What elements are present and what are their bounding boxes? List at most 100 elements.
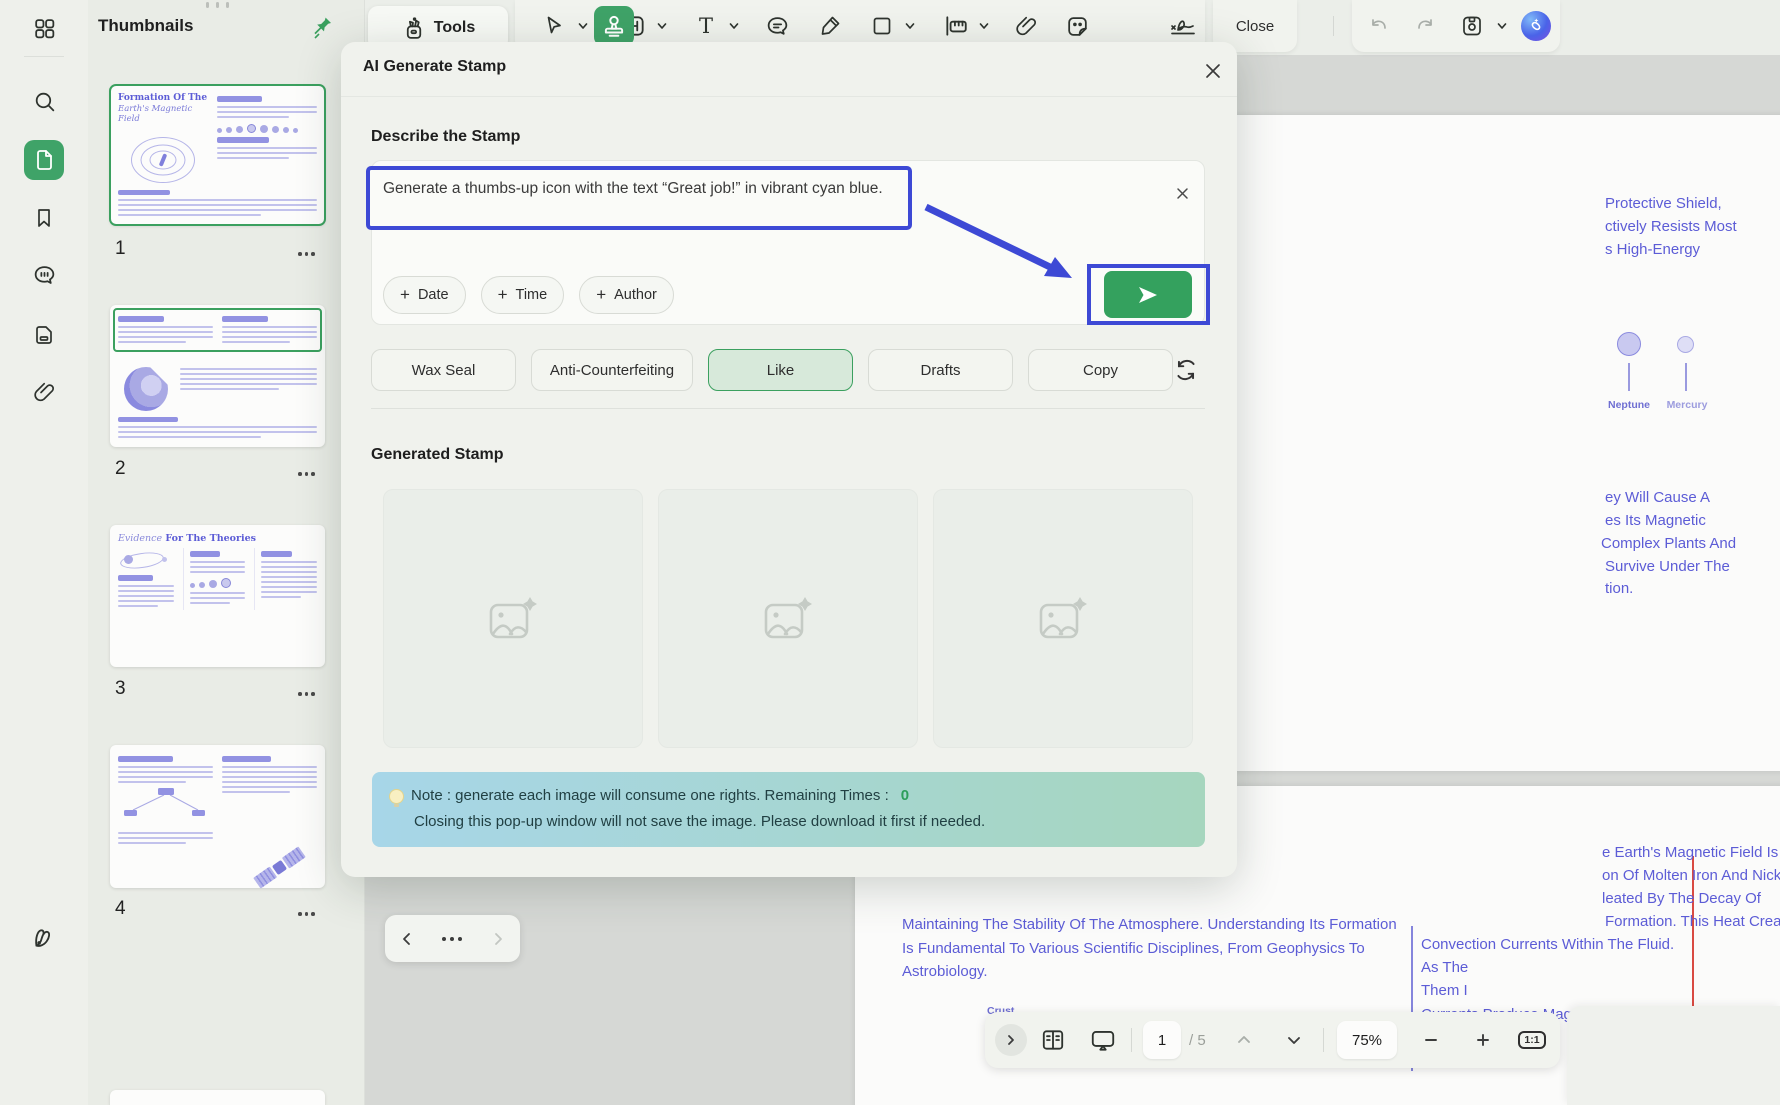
zoom-out-button[interactable] <box>1411 1012 1451 1068</box>
viewport-indicator <box>113 308 322 352</box>
plus-icon: + <box>497 285 508 304</box>
pdf-text-line: s High-Energy <box>1605 241 1701 258</box>
thumbnail-page-5-partial[interactable] <box>110 1090 325 1105</box>
thumbnail-page-3[interactable]: Evidence For The Theories <box>110 525 325 667</box>
page-number-input[interactable]: 1 <box>1143 1021 1181 1059</box>
bookmark-icon <box>38 209 50 227</box>
plus-icon: + <box>596 285 607 304</box>
preset-wax-seal[interactable]: Wax Seal <box>371 349 516 391</box>
preset-like-active[interactable]: Like <box>708 349 853 391</box>
paperclip-icon <box>1016 16 1036 36</box>
image-sparkle-icon <box>1039 596 1087 638</box>
zoom-level-field[interactable]: 75% <box>1337 1021 1397 1059</box>
highlighter-icon <box>821 16 840 35</box>
page-number-label: 2 <box>115 458 126 479</box>
insert-chips-row: + Date + Time + Author <box>383 276 674 314</box>
chevron-right-icon[interactable] <box>490 931 506 947</box>
presentation-button[interactable] <box>1081 1012 1125 1068</box>
preset-styles-row: Wax Seal Anti-Counterfeiting Like Drafts… <box>371 349 1173 391</box>
page-3-menu[interactable] <box>296 686 317 702</box>
add-author-chip[interactable]: + Author <box>579 276 674 314</box>
generate-send-button[interactable] <box>1104 271 1192 318</box>
planet-tick <box>1685 363 1687 391</box>
bottom-navigation-bar: 1 / 5 75% 1:1 <box>985 1012 1560 1068</box>
pdf-text-line: Formation. This Heat Creates <box>1605 913 1780 930</box>
sidebar-pages[interactable] <box>24 315 64 355</box>
describe-stamp-heading: Describe the Stamp <box>371 128 521 145</box>
close-icon <box>1177 188 1188 199</box>
page-total-label: / 5 <box>1189 1031 1206 1049</box>
undo-button[interactable] <box>1358 0 1398 52</box>
redo-button[interactable] <box>1406 0 1446 52</box>
pdf-text-line: Them I <box>1421 982 1468 999</box>
refresh-presets-button[interactable] <box>1171 355 1201 390</box>
preset-copy[interactable]: Copy <box>1028 349 1173 391</box>
page-number-label: 3 <box>115 678 126 699</box>
next-page-button[interactable] <box>1273 1012 1315 1068</box>
pdf-text-line: Is Fundamental To Various Scientific Dis… <box>902 940 1365 957</box>
sidebar-apps-grid[interactable] <box>24 8 64 48</box>
preset-anti-counterfeiting[interactable]: Anti-Counterfeiting <box>531 349 693 391</box>
page-1-menu[interactable] <box>296 246 317 262</box>
chevron-left-icon[interactable] <box>399 931 415 947</box>
add-time-chip[interactable]: + Time <box>480 276 565 314</box>
preset-drafts[interactable]: Drafts <box>868 349 1013 391</box>
clear-prompt-button[interactable] <box>1171 182 1194 210</box>
panel-resize-handle[interactable] <box>206 2 229 8</box>
dialog-close-button[interactable] <box>1199 57 1227 90</box>
generated-stamp-placeholder-1[interactable] <box>383 489 643 748</box>
actual-size-icon: 1:1 <box>1518 1031 1546 1049</box>
dialog-divider <box>341 96 1237 97</box>
chevron-down-icon <box>1288 1037 1300 1044</box>
thumb3-title-em: Evidence <box>118 533 163 544</box>
sidebar-search[interactable] <box>24 81 64 121</box>
toolbar-right-group <box>1352 0 1560 52</box>
image-sparkle-icon <box>764 596 812 638</box>
sidebar-comments[interactable] <box>24 255 64 295</box>
add-date-chip[interactable]: + Date <box>383 276 466 314</box>
pdf-text-line: tion. <box>1605 580 1634 597</box>
sidebar-attachments[interactable] <box>24 372 64 412</box>
generated-stamp-placeholder-2[interactable] <box>658 489 918 748</box>
two-page-view-button[interactable] <box>1033 1012 1073 1068</box>
sidebar-bookmarks[interactable] <box>24 198 64 238</box>
generated-stamp-heading: Generated Stamp <box>371 446 504 463</box>
zoom-in-button[interactable] <box>1463 1012 1503 1068</box>
planet-label: Neptune <box>1608 399 1650 411</box>
pin-panel-button[interactable] <box>310 13 334 44</box>
network-diagram <box>124 788 205 816</box>
pager-more-button[interactable] <box>442 936 463 941</box>
pdf-text-line: e Earth's Magnetic Field Is <box>1602 844 1779 861</box>
chevron-down-icon <box>1497 23 1507 29</box>
apps-grid-icon <box>34 18 54 38</box>
thumbnail-page-4[interactable] <box>110 745 325 889</box>
save-button[interactable] <box>1454 0 1490 52</box>
thumb1-footer-lines <box>118 187 317 219</box>
stamp-icon <box>604 15 624 37</box>
expand-panel-button[interactable] <box>995 1024 1027 1056</box>
pdf-text-line: leated By The Decay Of <box>1602 890 1761 907</box>
thumbnail-pager <box>385 915 520 962</box>
generated-stamp-placeholder-3[interactable] <box>933 489 1193 748</box>
signature-icon <box>1171 20 1195 35</box>
thumbnail-page-1[interactable]: Formation Of The Earth's Magnetic Field <box>109 84 326 226</box>
stamp-prompt-input[interactable]: Generate a thumbs-up icon with the text … <box>366 166 912 230</box>
thumb1-right-column <box>216 93 317 191</box>
pdf-text-line: Maintaining The Stability Of The Atmosph… <box>902 916 1397 933</box>
thumb1-title-line2: Earth's Magnetic Field <box>118 104 193 124</box>
ai-assistant-button[interactable] <box>1521 11 1551 41</box>
chevron-down-icon <box>657 23 667 29</box>
thumb1-content: Formation Of The Earth's Magnetic Field <box>110 85 325 191</box>
ai-assistant-icon <box>1531 18 1541 31</box>
sidebar-ink[interactable] <box>24 918 64 958</box>
stamp-tool-active[interactable] <box>594 6 634 46</box>
previous-page-button[interactable] <box>1223 1012 1265 1068</box>
close-icon <box>1206 64 1220 78</box>
save-dropdown[interactable] <box>1490 0 1514 52</box>
page-2-menu[interactable] <box>296 466 317 482</box>
actual-size-button[interactable]: 1:1 <box>1511 1012 1553 1068</box>
sidebar-thumbnails-active[interactable] <box>24 140 64 180</box>
page-4-menu[interactable] <box>296 906 317 922</box>
thumbnail-page-2[interactable] <box>110 305 325 447</box>
thumbnails-panel: Thumbnails Formation Of The Earth's Magn… <box>88 0 365 1105</box>
